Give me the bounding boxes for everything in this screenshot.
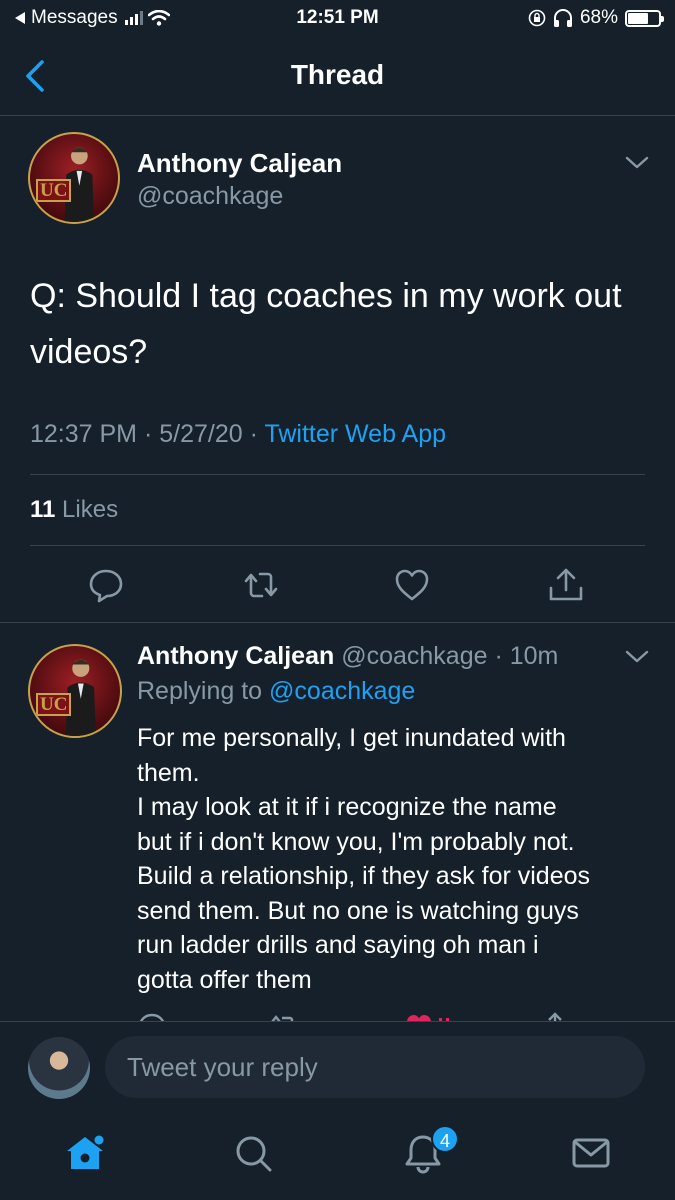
replying-to-label: Replying to <box>137 677 263 705</box>
compose-bar <box>0 1021 675 1113</box>
reply-author-avatar[interactable]: UC <box>28 644 122 738</box>
reply-icon[interactable] <box>87 566 125 604</box>
divider <box>30 545 645 546</box>
reply-author-handle[interactable]: @coachkage <box>341 642 487 670</box>
battery-icon <box>625 9 664 27</box>
search-icon[interactable] <box>231 1131 275 1175</box>
reply-text-line: I may look at it if i recognize the name <box>137 793 557 821</box>
meta-separator: · <box>143 420 160 448</box>
avatar-logo: UC <box>36 179 72 202</box>
tab-bar <box>0 1113 675 1200</box>
home-icon[interactable] <box>63 1131 107 1175</box>
retweet-icon[interactable] <box>242 566 280 604</box>
reply-header: Anthony Caljean @coachkage · 10m <box>137 642 558 671</box>
page-title: Thread <box>290 59 385 90</box>
divider <box>0 622 675 623</box>
author-handle[interactable]: @coachkage <box>137 182 283 211</box>
heart-icon[interactable] <box>393 566 431 604</box>
reply-text: For me personally, I get inundated with … <box>137 721 657 997</box>
reply-text-line: gotta offer them <box>137 965 312 994</box>
divider <box>30 474 645 475</box>
meta-separator: · <box>249 420 265 448</box>
tweet-meta: 12:37 PM · 5/27/20 · Twitter Web App <box>30 420 446 449</box>
tweet-text: Q: Should I tag coaches in my work out v… <box>30 277 622 371</box>
reply-text-line: For me personally, I get inundated with <box>137 724 566 752</box>
reply-text-line: but if i don't know you, I'm probably no… <box>137 827 575 856</box>
current-user-avatar[interactable] <box>28 1037 90 1099</box>
reply-input[interactable] <box>105 1036 645 1098</box>
notifications-badge: 4 <box>431 1125 459 1153</box>
reply-text-line: run ladder drills and saying oh man i <box>137 931 539 959</box>
tweet-time: 12:37 PM <box>30 420 138 448</box>
reply-text-line: send them. But no one is watching guys <box>137 896 579 925</box>
likes-summary[interactable]: 11 Likes <box>30 496 118 524</box>
chevron-down-icon[interactable] <box>624 648 650 666</box>
tweet-date: 5/27/20 <box>159 420 243 448</box>
meta-separator: · <box>487 642 510 670</box>
battery-percent: 68% <box>579 7 618 28</box>
reply-author-name[interactable]: Anthony Caljean <box>137 642 334 670</box>
status-bar: Messages 12:51 PM 68% <box>0 0 675 38</box>
share-icon[interactable] <box>547 566 585 604</box>
replying-to: Replying to @coachkage <box>137 677 415 706</box>
reply-age: 10m <box>509 642 559 670</box>
headphones-icon <box>553 9 572 27</box>
reply-text-line: Build a relationship, if they ask for vi… <box>137 862 591 890</box>
replying-to-handle[interactable]: @coachkage <box>269 677 415 705</box>
reply-text-line: them. <box>137 758 200 787</box>
orientation-lock-icon <box>528 9 546 27</box>
likes-count: 11 <box>30 496 56 523</box>
messages-envelope-icon[interactable] <box>569 1131 613 1175</box>
avatar-logo: UC <box>36 693 72 716</box>
likes-label: Likes <box>62 496 119 523</box>
author-avatar[interactable]: UC <box>28 132 120 224</box>
author-name[interactable]: Anthony Caljean <box>137 148 342 179</box>
navigation-bar: Thread <box>0 42 675 116</box>
tweet-source-link[interactable]: Twitter Web App <box>264 420 446 448</box>
chevron-down-icon[interactable] <box>624 154 650 172</box>
